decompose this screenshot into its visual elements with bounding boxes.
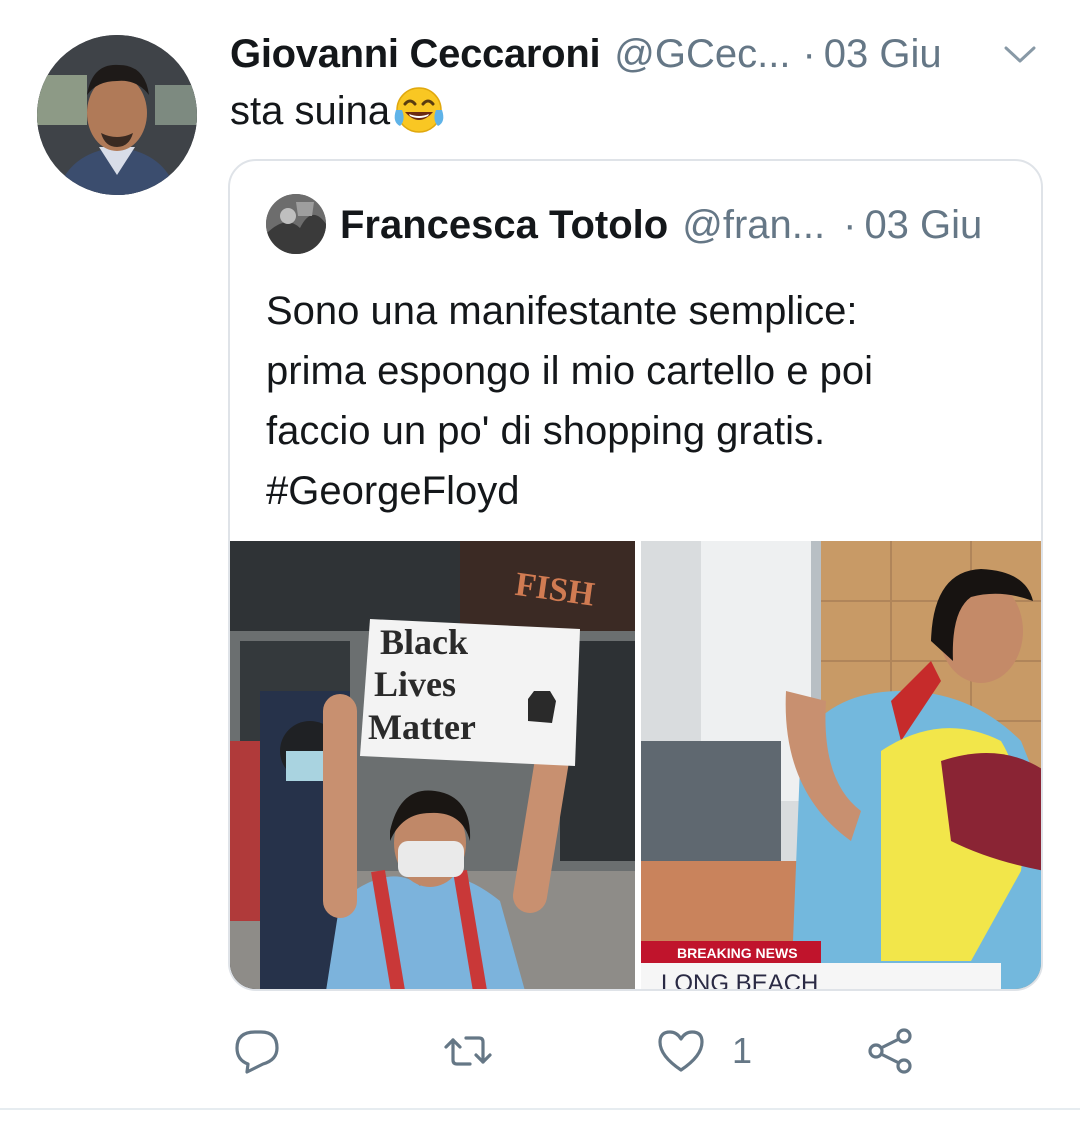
share-icon bbox=[868, 1028, 912, 1074]
tweet-divider bbox=[0, 1108, 1080, 1110]
author-name[interactable]: Giovanni Ceccaroni bbox=[230, 32, 601, 77]
quoted-avatar-photo bbox=[266, 194, 326, 254]
breaking-news-location: LONG BEACH bbox=[661, 970, 818, 991]
retweet-icon bbox=[444, 1036, 492, 1066]
placard-line-2: Lives bbox=[374, 664, 456, 704]
share-button[interactable] bbox=[866, 1026, 916, 1076]
quoted-text-line: Sono una manifestante semplice: bbox=[266, 289, 858, 333]
quoted-tweet-date[interactable]: 03 Giu bbox=[864, 203, 982, 248]
quoted-tweet-text: Sono una manifestante semplice: prima es… bbox=[266, 281, 1006, 521]
retweet-button[interactable] bbox=[443, 1026, 493, 1076]
author-handle[interactable]: @GCec... bbox=[614, 32, 790, 77]
separator-dot: · bbox=[802, 31, 816, 76]
protester-photo: FISH Black Lives Matter bbox=[230, 541, 635, 989]
media-photo-protester[interactable]: FISH Black Lives Matter bbox=[230, 541, 635, 989]
avatar-photo bbox=[37, 35, 197, 195]
reply-icon bbox=[235, 1030, 279, 1074]
news-photo: BREAKING NEWS LONG BEACH bbox=[641, 541, 1041, 991]
tweet-text-content: sta suina bbox=[230, 88, 391, 133]
chevron-down-icon[interactable] bbox=[1000, 34, 1040, 74]
tears-of-joy-emoji-icon bbox=[392, 84, 446, 138]
tweet-date[interactable]: 03 Giu bbox=[824, 32, 942, 77]
placard-line-1: Black bbox=[380, 622, 468, 662]
like-button[interactable]: 1 bbox=[656, 1026, 752, 1076]
heart-icon bbox=[658, 1030, 704, 1072]
quoted-tweet-header: Francesca Totolo @fran... · 03 Giu bbox=[340, 195, 1011, 255]
quoted-text-line: faccio un po' di shopping gratis. bbox=[266, 409, 826, 453]
quoted-separator-dot: · bbox=[843, 202, 857, 247]
tweet-header: Giovanni Ceccaroni @GCec... · 03 Giu bbox=[230, 26, 1040, 82]
quoted-author-avatar[interactable] bbox=[266, 194, 326, 254]
quoted-author-name[interactable]: Francesca Totolo bbox=[340, 203, 668, 248]
reply-button[interactable] bbox=[233, 1026, 283, 1076]
placard-line-3: Matter bbox=[368, 707, 476, 747]
like-count: 1 bbox=[732, 1030, 753, 1071]
quoted-author-handle[interactable]: @fran... bbox=[682, 203, 825, 248]
media-photo-news[interactable]: BREAKING NEWS LONG BEACH bbox=[641, 541, 1041, 991]
tweet-text: sta suina bbox=[230, 84, 446, 138]
hashtag-georgefloyd[interactable]: #GeorgeFloyd bbox=[266, 461, 1006, 521]
quoted-text-line: prima espongo il mio cartello e poi bbox=[266, 349, 873, 393]
author-avatar[interactable] bbox=[37, 35, 197, 195]
breaking-news-label: BREAKING NEWS bbox=[677, 945, 798, 961]
tweet-action-bar: 1 bbox=[0, 1018, 1080, 1088]
quoted-tweet-card[interactable]: Francesca Totolo @fran... · 03 Giu Sono … bbox=[228, 159, 1043, 991]
